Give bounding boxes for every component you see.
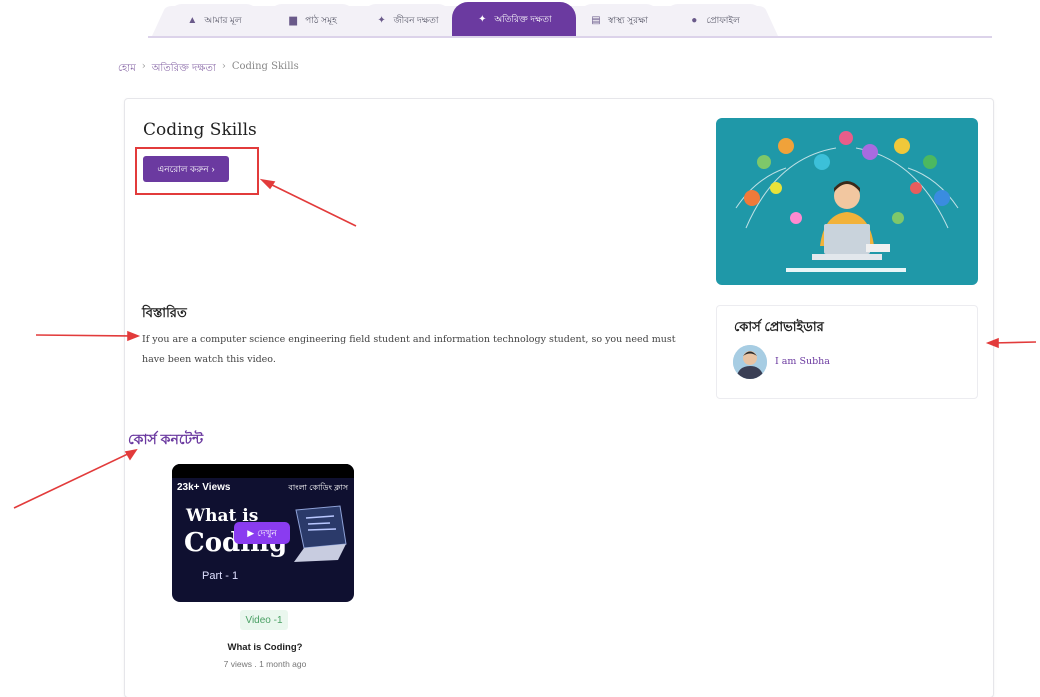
course-title: Coding Skills: [143, 120, 257, 140]
play-button-label: দেখুন: [257, 527, 277, 538]
video-meta: 7 views . 1 month ago: [223, 659, 307, 669]
play-icon: ▶: [247, 527, 255, 538]
tab-health-label: স্বাস্থ্য সুরক্ষা: [608, 14, 648, 25]
breadcrumb: হোম › অতিরিক্ত দক্ষতা › Coding Skills: [118, 61, 299, 78]
avatar: [733, 345, 767, 379]
tab-home[interactable]: ▲ আমার মূল: [168, 4, 260, 36]
chevron-right-icon: ›: [211, 164, 215, 174]
tab-home-label: আমার মূল: [204, 14, 242, 25]
thumbnail-part-text: Part - 1: [202, 570, 239, 582]
tab-underline: [148, 36, 992, 38]
tab-extra-skills[interactable]: ✦ অতিরিক্ত দক্ষতা: [452, 2, 576, 36]
description-heading: বিস্তারিত: [142, 305, 187, 320]
play-button[interactable]: ▶ দেখুন: [234, 522, 290, 544]
laptop-illustration-icon: [294, 505, 347, 562]
instructor-name[interactable]: I am Subha: [775, 356, 830, 367]
user-avatar-icon: [733, 345, 767, 379]
breadcrumb-home[interactable]: হোম: [118, 61, 136, 78]
thumbnail-views-text: 23k+ Views: [177, 482, 231, 493]
breadcrumb-separator: ›: [141, 61, 146, 72]
tab-profile-label: প্রোফাইল: [706, 14, 740, 25]
graduation-icon: ✦: [377, 14, 386, 26]
book-icon: ▆: [289, 14, 297, 26]
instructor-heading: কোর্স প্রোভাইডার: [734, 319, 824, 334]
tab-profile[interactable]: ● প্রোফাইল: [664, 4, 764, 36]
tab-extra-skills-label: অতিরিক্ত দক্ষতা: [494, 13, 552, 24]
video-thumbnail[interactable]: 23k+ Views বাংলা কোডিং ক্লাস What is Cod…: [172, 464, 354, 602]
enroll-button-label: এনরোল করুন: [157, 163, 209, 174]
course-banner-image: [716, 118, 978, 285]
enroll-button[interactable]: এনরোল করুন ›: [143, 156, 229, 182]
breadcrumb-current: Coding Skills: [231, 61, 299, 72]
tab-lessons-label: পাঠ সমূহ: [305, 14, 337, 25]
thumbnail-tag-text: বাংলা কোডিং ক্লাস: [288, 483, 348, 492]
thumbnail-top-band: [172, 464, 354, 478]
video-number-badge: Video -1: [240, 610, 288, 630]
breadcrumb-section[interactable]: অতিরিক্ত দক্ষতা: [152, 61, 216, 78]
course-content-heading: কোর্স কনটেন্ট: [128, 431, 204, 447]
user-icon: ●: [691, 14, 698, 26]
coding-illustration-icon: [735, 131, 959, 272]
home-icon: ▲: [187, 14, 198, 26]
tab-life-skills-label: জীবন দক্ষতা: [393, 14, 439, 25]
tab-lessons[interactable]: ▆ পাঠ সমূহ: [268, 4, 356, 36]
video-title[interactable]: What is Coding?: [212, 642, 318, 653]
breadcrumb-separator: ›: [221, 61, 226, 72]
tab-health[interactable]: ▤ স্বাস্থ্য সুরক্ষা: [578, 4, 660, 36]
tab-life-skills[interactable]: ✦ জীবন দক্ষতা: [362, 4, 452, 36]
description-text: If you are a computer science engineerin…: [142, 334, 676, 365]
clipboard-icon: ▤: [591, 14, 601, 26]
graduation-icon: ✦: [478, 13, 487, 25]
